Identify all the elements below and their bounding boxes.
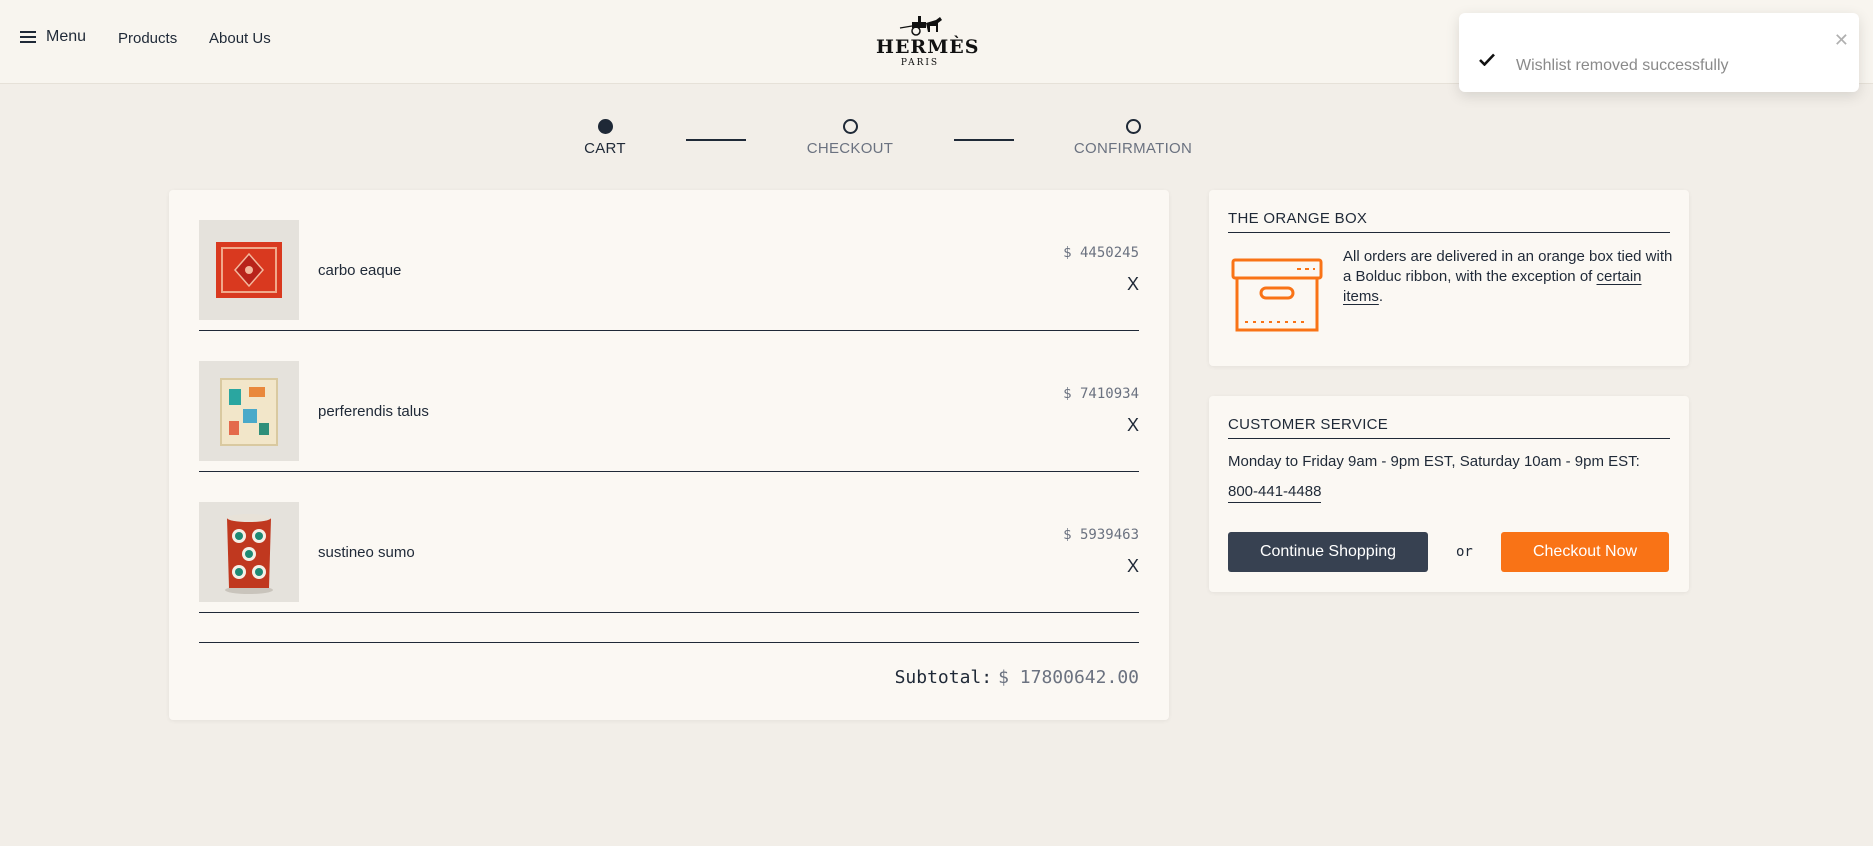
cart-item: sustineo sumo $ 5939463 X (199, 472, 1139, 613)
step-checkout: CHECKOUT (800, 119, 900, 157)
cart-item: perferendis talus $ 7410934 X (199, 331, 1139, 472)
close-icon[interactable]: ✕ (1834, 31, 1849, 49)
toast-message: Wishlist removed successfully (1516, 57, 1729, 74)
subtotal: Subtotal: $ 17800642.00 (895, 667, 1139, 688)
item-name[interactable]: perferendis talus (318, 403, 429, 420)
checkout-now-button[interactable]: Checkout Now (1501, 532, 1669, 572)
product-image[interactable] (199, 502, 299, 602)
step-confirmation: CONFIRMATION (1068, 119, 1198, 157)
item-price: $ 7410934 (1063, 386, 1139, 402)
remove-item-button[interactable]: X (1127, 274, 1139, 295)
step-dot (842, 119, 858, 134)
item-price: $ 4450245 (1063, 245, 1139, 261)
item-price: $ 5939463 (1063, 527, 1139, 543)
continue-shopping-button[interactable]: Continue Shopping (1228, 532, 1428, 572)
carriage-icon (899, 16, 942, 36)
menu-label: Menu (46, 28, 87, 45)
subtotal-divider (199, 642, 1139, 643)
nav-link-about-us[interactable]: About Us (209, 30, 271, 47)
box-icon (1231, 258, 1323, 332)
step-connector (686, 139, 746, 141)
step-label: CHECKOUT (806, 140, 894, 157)
orange-box-card: THE ORANGE BOX All orders are delivered … (1209, 190, 1689, 366)
subtotal-label: Subtotal: (894, 667, 993, 688)
remove-item-button[interactable]: X (1127, 556, 1139, 577)
logo-subtitle: PARIS (900, 58, 940, 68)
product-image[interactable] (199, 220, 299, 320)
customer-service-title: CUSTOMER SERVICE (1228, 416, 1670, 439)
hamburger-icon (20, 31, 36, 43)
orange-box-period: . (1378, 288, 1384, 305)
customer-service-card: CUSTOMER SERVICE Monday to Friday 9am - … (1209, 396, 1689, 592)
step-dot (1125, 119, 1141, 134)
menu-button[interactable]: Menu (20, 28, 86, 46)
step-dot-active (597, 119, 613, 134)
check-icon (1479, 53, 1495, 66)
brand-logo[interactable]: HERMÈS PARIS (876, 14, 980, 70)
cart-panel: carbo eaque $ 4450245 X perferendis talu… (169, 190, 1169, 720)
nav-link-products[interactable]: Products (118, 30, 177, 47)
toast-notification: Wishlist removed successfully ✕ (1459, 13, 1859, 92)
service-hours: Monday to Friday 9am - 9pm EST, Saturday… (1228, 453, 1640, 470)
item-name[interactable]: carbo eaque (318, 262, 401, 279)
item-name[interactable]: sustineo sumo (318, 544, 415, 561)
logo-wordmark: HERMÈS (876, 36, 980, 58)
phone-link[interactable]: 800-441-4488 (1228, 483, 1322, 503)
step-cart: CART (576, 119, 634, 157)
orange-box-title: THE ORANGE BOX (1228, 210, 1670, 233)
product-image[interactable] (199, 361, 299, 461)
or-separator: or (1456, 544, 1473, 560)
subtotal-value: $ 17800642.00 (998, 667, 1139, 688)
step-label: CONFIRMATION (1073, 140, 1193, 157)
orange-box-text: All orders are delivered in an orange bo… (1343, 247, 1673, 307)
step-connector (954, 139, 1014, 141)
remove-item-button[interactable]: X (1127, 415, 1139, 436)
step-label: CART (584, 140, 626, 157)
cart-item: carbo eaque $ 4450245 X (199, 190, 1139, 331)
